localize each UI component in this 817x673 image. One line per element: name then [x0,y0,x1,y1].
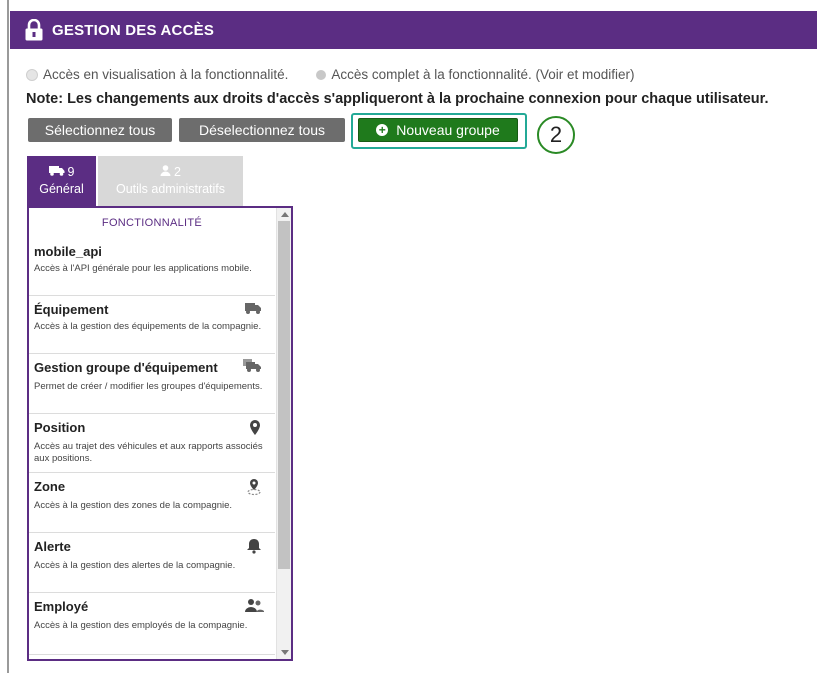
bell-icon [243,538,263,554]
item-desc: Accès à la gestion des employés de la co… [34,620,248,631]
item-desc: Accès au trajet des véhicules et aux rap… [34,441,263,464]
lock-icon [25,18,43,41]
left-border [7,0,9,673]
scroll-up-arrow-icon[interactable] [281,212,289,217]
item-name: mobile_api [34,244,102,259]
legend-view-text: Accès en visualisation à la fonctionnali… [43,67,289,82]
item-name: Position [34,420,86,435]
list-item[interactable]: Position Accès au trajet des véhicules e… [29,414,275,473]
item-name: Équipement [34,302,109,317]
list-item[interactable]: Équipement Accès à la gestion des équipe… [29,296,275,354]
tab-admin-count: 2 [174,165,181,179]
map-pin-icon [243,419,263,435]
truck-icon [48,165,65,179]
section-header: GESTION DES ACCÈS [10,11,817,49]
trucks-icon [243,359,263,375]
panel-header: FONCTIONNALITÉ [101,217,203,229]
access-note: Note: Les changements aux droits d'accès… [26,91,769,107]
users-icon [243,598,264,614]
tab-general[interactable]: 9 Général [27,156,96,206]
item-desc: Accès à la gestion des équipements de la… [34,321,262,332]
zone-pin-icon [243,478,263,496]
user-icon [160,165,171,179]
feature-panel: FONCTIONNALITÉ mobile_api Accès à l'API … [27,206,293,661]
item-name: Gestion groupe d'équipement [34,360,218,375]
tab-admin-label: Outils administratifs [115,182,226,196]
check-circle-icon [316,69,327,80]
truck-icon [243,301,263,317]
scroll-down-arrow-icon[interactable] [281,650,289,655]
item-name: Zone [34,479,66,494]
scroll-thumb[interactable] [278,221,290,569]
item-name: Alerte [34,539,71,554]
section-title: GESTION DES ACCÈS [52,21,215,39]
list-item[interactable]: Zone Accès à la gestion des zones de la … [29,473,275,533]
tab-general-label: Général [39,182,84,196]
list-item[interactable]: mobile_api Accès à l'API générale pour l… [29,238,275,296]
item-desc: Permet de créer / modifier les groupes d… [34,381,263,392]
item-desc: Accès à la gestion des zones de la compa… [34,500,233,511]
new-group-label: Nouveau groupe [396,122,500,138]
legend-full-text: Accès complet à la fonctionnalité. (Voir… [331,67,635,82]
eye-icon [26,68,38,81]
list-item[interactable]: Alerte Accès à la gestion des alertes de… [29,533,275,593]
tab-admin-tools[interactable]: 2 Outils administratifs [98,156,243,206]
new-group-button[interactable]: + Nouveau groupe [358,118,518,142]
tab-general-count: 9 [67,165,75,179]
list-item[interactable]: Gestion groupe d'équipement Permet de cr… [29,354,275,414]
item-desc: Accès à l'API générale pour les applicat… [34,263,252,274]
access-legend: Accès en visualisation à la fonctionnali… [26,67,635,82]
plus-circle-icon: + [376,124,389,136]
item-desc: Accès à la gestion des alertes de la com… [34,560,236,571]
list-item[interactable]: Employé Accès à la gestion des employés … [29,593,275,655]
item-name: Employé [34,599,89,614]
panel-scrollbar[interactable] [276,208,291,659]
select-all-button[interactable]: Sélectionnez tous [28,118,172,142]
step-marker: 2 [537,116,575,154]
deselect-all-button[interactable]: Déselectionnez tous [179,118,345,142]
